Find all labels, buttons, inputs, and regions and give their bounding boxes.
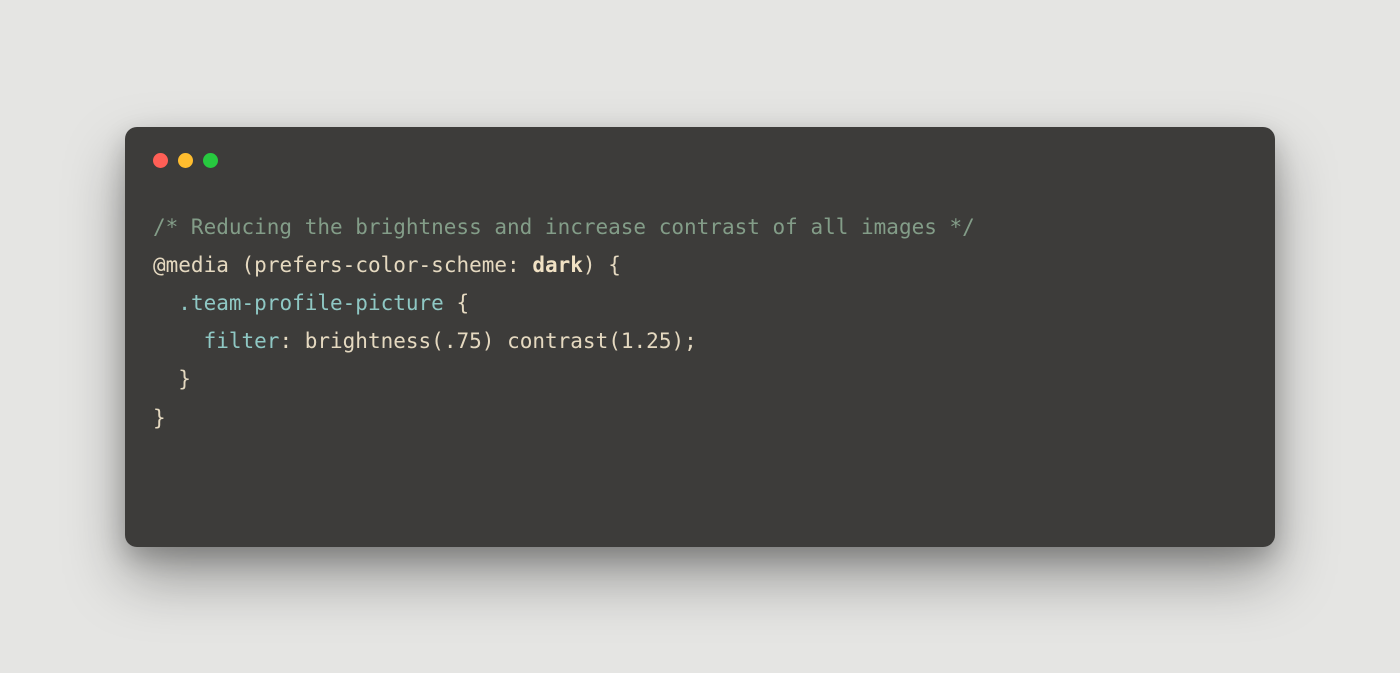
code-indent-2 xyxy=(153,329,204,353)
code-func1-close: ) xyxy=(482,329,495,353)
code-func1-arg: .75 xyxy=(444,329,482,353)
code-func2-arg: 1.25 xyxy=(621,329,672,353)
window-controls xyxy=(153,153,1247,168)
code-prop-colon: : xyxy=(279,329,304,353)
code-selector: .team-profile-picture xyxy=(178,291,444,315)
code-brace-close-2: } xyxy=(178,367,191,391)
code-func-contrast: contrast xyxy=(507,329,608,353)
code-block: /* Reducing the brightness and increase … xyxy=(153,208,1247,437)
close-icon[interactable] xyxy=(153,153,168,168)
minimize-icon[interactable] xyxy=(178,153,193,168)
code-media-feature: prefers-color-scheme xyxy=(254,253,507,277)
code-window: /* Reducing the brightness and increase … xyxy=(125,127,1275,547)
code-property: filter xyxy=(204,329,280,353)
code-func1-open: ( xyxy=(431,329,444,353)
code-indent-1 xyxy=(153,291,178,315)
code-func2-close: ) xyxy=(671,329,684,353)
code-media-value: dark xyxy=(532,253,583,277)
maximize-icon[interactable] xyxy=(203,153,218,168)
code-brace-open-2: { xyxy=(444,291,469,315)
code-feature-colon: : xyxy=(507,253,532,277)
code-paren-close: ) xyxy=(583,253,596,277)
code-paren-open: ( xyxy=(242,253,255,277)
code-brace-close-1: } xyxy=(153,406,166,430)
code-func-sep xyxy=(494,329,507,353)
code-comment: /* Reducing the brightness and increase … xyxy=(153,215,975,239)
code-func2-open: ( xyxy=(608,329,621,353)
code-brace-close-2-indent xyxy=(153,367,178,391)
code-at-rule: @media xyxy=(153,253,229,277)
code-func-brightness: brightness xyxy=(305,329,431,353)
code-brace-open-1: { xyxy=(596,253,621,277)
code-semicolon: ; xyxy=(684,329,697,353)
